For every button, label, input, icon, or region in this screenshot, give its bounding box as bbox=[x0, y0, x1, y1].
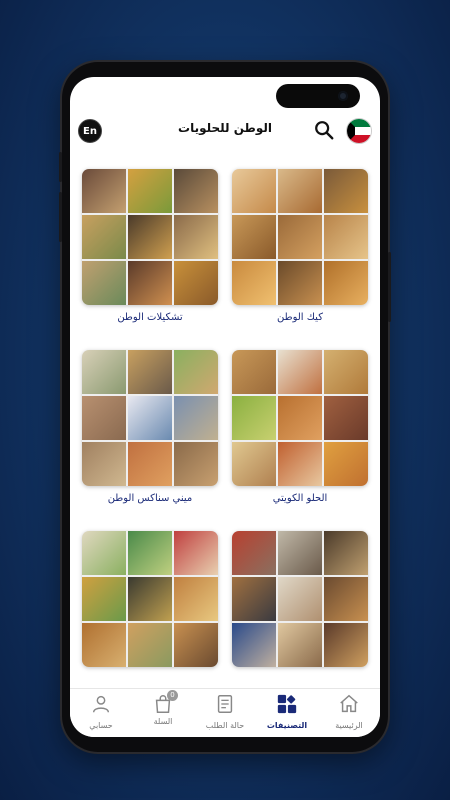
nav-cart-label: السلة bbox=[153, 717, 173, 726]
nav-home-label: الرئيسية bbox=[335, 721, 363, 730]
category-card[interactable]: تشكيلات الوطن bbox=[82, 169, 218, 323]
nav-home[interactable]: الرئيسية bbox=[318, 693, 380, 730]
camera-cutout bbox=[276, 84, 360, 108]
home-icon bbox=[340, 694, 358, 713]
search-icon[interactable] bbox=[313, 119, 335, 141]
category-image-collage bbox=[82, 531, 218, 667]
category-card[interactable]: ميني سناكس الوطن bbox=[82, 350, 218, 504]
nav-account[interactable]: حسابي bbox=[70, 693, 132, 730]
volume-button bbox=[59, 152, 62, 182]
categories-icon bbox=[277, 694, 297, 714]
order-status-icon bbox=[217, 695, 233, 713]
account-icon bbox=[92, 695, 110, 713]
category-label: ميني سناكس الوطن bbox=[107, 493, 193, 504]
category-label: كيك الوطن bbox=[277, 312, 323, 323]
nav-categories[interactable]: التصنيفات bbox=[256, 693, 318, 730]
category-card[interactable] bbox=[232, 531, 368, 674]
cart-count-badge: 0 bbox=[167, 690, 178, 701]
category-image-collage bbox=[232, 169, 368, 305]
nav-cart[interactable]: 0 السلة bbox=[132, 690, 194, 726]
nav-categories-label: التصنيفات bbox=[266, 721, 308, 730]
category-card[interactable] bbox=[82, 531, 218, 674]
category-label: الحلو الكويتي bbox=[272, 493, 328, 504]
app-screen: En الوطن للحلويات كيك الوطن تشكيلات الوط… bbox=[70, 77, 380, 737]
category-image-collage bbox=[232, 531, 368, 667]
category-label: تشكيلات الوطن bbox=[117, 312, 183, 323]
power-button bbox=[388, 252, 391, 322]
category-image-collage bbox=[82, 169, 218, 305]
category-image-collage bbox=[82, 350, 218, 486]
nav-order-status[interactable]: حالة الطلب bbox=[194, 693, 256, 730]
nav-order-status-label: حالة الطلب bbox=[205, 721, 245, 730]
volume-button bbox=[59, 192, 62, 242]
category-image-collage bbox=[232, 350, 368, 486]
app-header: En الوطن للحلويات bbox=[70, 115, 380, 147]
category-card[interactable]: كيك الوطن bbox=[232, 169, 368, 323]
category-card[interactable]: الحلو الكويتي bbox=[232, 350, 368, 504]
bottom-navigation: الرئيسية التصنيفات حالة الطلب 0 السلة حس… bbox=[70, 688, 380, 737]
phone-frame: En الوطن للحلويات كيك الوطن تشكيلات الوط… bbox=[59, 62, 391, 752]
kuwait-flag-icon[interactable] bbox=[346, 118, 372, 144]
nav-account-label: حسابي bbox=[89, 721, 113, 730]
